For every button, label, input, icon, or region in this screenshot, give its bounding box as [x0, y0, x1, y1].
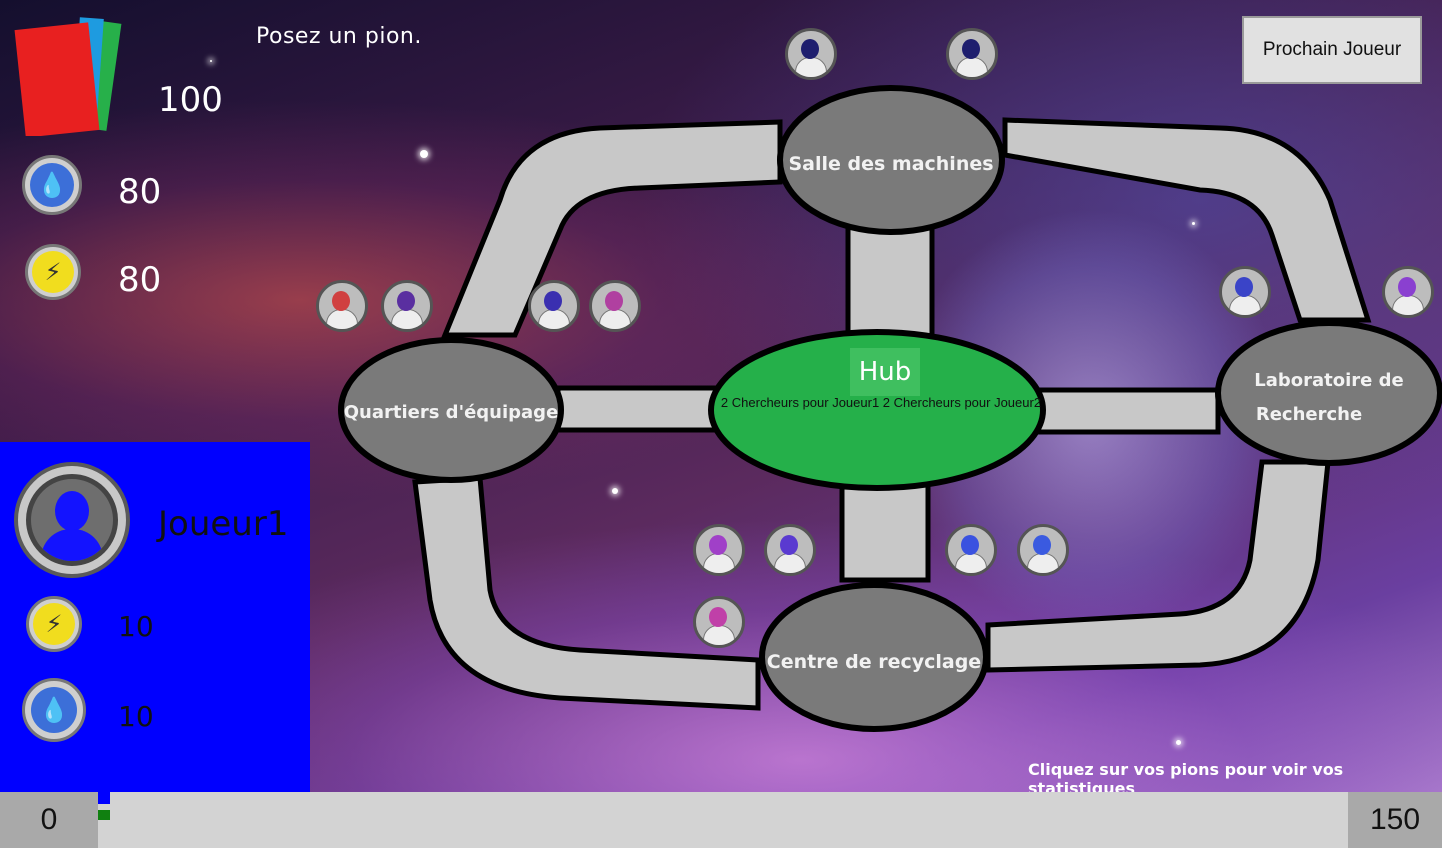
- corridor-bottom-left: [412, 475, 761, 711]
- pawn-machines-2[interactable]: [946, 28, 998, 80]
- researcher-icon: [605, 291, 623, 311]
- room-label-lab-line1[interactable]: Laboratoire de: [1218, 370, 1440, 391]
- corridor-hub-top: [845, 222, 935, 348]
- avatar-silhouette-icon: [26, 474, 118, 566]
- hub-title[interactable]: Hub: [850, 348, 920, 396]
- player1-score-marker: [98, 792, 110, 804]
- room-label-quarters[interactable]: Quartiers d'équipage: [341, 402, 561, 423]
- pawn-recycling-2[interactable]: [764, 524, 816, 576]
- water-resource: 💧: [22, 155, 82, 215]
- score-track: 0 150: [0, 792, 1442, 848]
- score-max: 150: [1348, 792, 1442, 848]
- water-drop-icon: 💧: [31, 687, 77, 733]
- researcher-icon: [1033, 535, 1051, 555]
- player-energy-resource: ⚡: [26, 596, 82, 652]
- corridor-hub-right: [1035, 387, 1221, 435]
- pawn-recycling-4[interactable]: [1017, 524, 1069, 576]
- pawn-recycling-1[interactable]: [693, 524, 745, 576]
- room-lab: [1215, 320, 1442, 466]
- status-message: Posez un pion.: [256, 24, 422, 49]
- researcher-icon: [709, 535, 727, 555]
- pawn-quarters-4[interactable]: [589, 280, 641, 332]
- corridor-hub-left: [555, 385, 721, 433]
- corridor-top-right: [1002, 117, 1372, 323]
- score-min: 0: [0, 792, 98, 848]
- player-panel: Joueur1 ⚡ 10 💧 10: [0, 442, 310, 792]
- pawn-quarters-1[interactable]: [316, 280, 368, 332]
- player-water-value: 10: [118, 700, 154, 733]
- cards-icon: [14, 17, 122, 136]
- corridor-hub-bottom: [839, 477, 931, 583]
- lightning-icon: ⚡: [32, 251, 74, 293]
- player-water-resource: 💧: [22, 678, 86, 742]
- researcher-icon: [962, 39, 980, 59]
- researcher-icon: [1398, 277, 1416, 297]
- researcher-icon: [397, 291, 415, 311]
- researcher-icon: [709, 607, 727, 627]
- water-value: 80: [118, 172, 162, 212]
- pawn-recycling-3[interactable]: [945, 524, 997, 576]
- next-player-button[interactable]: Prochain Joueur: [1242, 16, 1422, 84]
- researcher-icon: [780, 535, 798, 555]
- pawn-quarters-2[interactable]: [381, 280, 433, 332]
- water-drop-icon: 💧: [30, 163, 74, 207]
- researcher-icon: [801, 39, 819, 59]
- player-name: Joueur1: [158, 504, 289, 544]
- player2-score-marker: [98, 810, 110, 820]
- player-energy-value: 10: [118, 610, 154, 643]
- pawn-lab-2[interactable]: [1382, 266, 1434, 318]
- room-label-lab-line2[interactable]: Recherche: [1218, 404, 1400, 425]
- researcher-icon: [544, 291, 562, 311]
- energy-value: 80: [118, 260, 162, 300]
- pawn-lab-1[interactable]: [1219, 266, 1271, 318]
- room-label-recycling[interactable]: Centre de recyclage: [762, 651, 986, 673]
- cards-value: 100: [158, 80, 223, 120]
- lightning-icon: ⚡: [33, 603, 75, 645]
- pawn-quarters-3[interactable]: [528, 280, 580, 332]
- researcher-icon: [332, 291, 350, 311]
- pawn-recycling-5[interactable]: [693, 596, 745, 648]
- researcher-icon: [1235, 277, 1253, 297]
- researcher-icon: [961, 535, 979, 555]
- room-label-machines[interactable]: Salle des machines: [780, 153, 1002, 175]
- pawn-machines-1[interactable]: [785, 28, 837, 80]
- player-avatar: [14, 462, 130, 578]
- hub-status: 2 Chercheurs pour Joueur1 2 Chercheurs p…: [720, 395, 1042, 410]
- energy-resource: ⚡: [25, 244, 81, 300]
